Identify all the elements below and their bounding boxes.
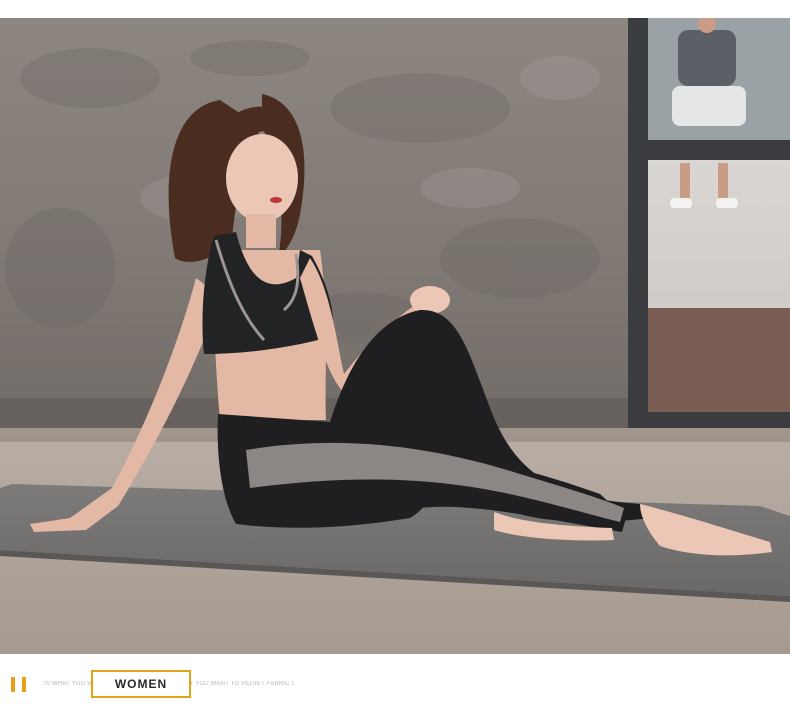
category-label-box: WOMEN (91, 670, 191, 698)
section-footer: IS WHAT YOU WANT TO VELVET FABRIC IS WHA… (0, 654, 790, 717)
window-floor-reflection (648, 308, 790, 412)
photo-illustration (0, 18, 790, 654)
product-page: IS WHAT YOU WANT TO VELVET FABRIC IS WHA… (0, 0, 790, 717)
category-label: WOMEN (114, 677, 168, 691)
product-photo (0, 18, 790, 654)
accent-bars-icon (10, 677, 28, 692)
